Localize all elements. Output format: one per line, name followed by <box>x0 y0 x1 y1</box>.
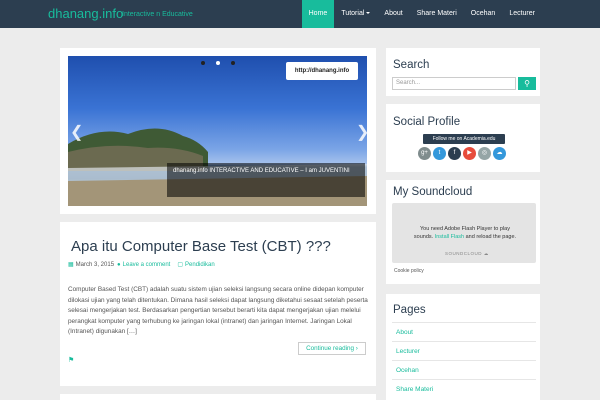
calendar-icon: ▦ <box>68 262 74 268</box>
post-category[interactable]: Pendidikan <box>185 262 215 268</box>
slide-dot-1[interactable] <box>201 61 205 65</box>
page-link-ocehan[interactable]: Ocehan <box>396 367 419 374</box>
google-plus-icon[interactable]: g+ <box>418 147 431 160</box>
page-link-lecturer[interactable]: Lecturer <box>396 348 420 355</box>
divider <box>392 341 536 342</box>
search-input[interactable]: Search... <box>392 77 516 90</box>
site-brand[interactable]: dhanang.info <box>48 6 123 21</box>
main-nav: Home Tutorial About Share Materi Ocehan … <box>301 0 542 28</box>
facebook-icon[interactable]: f <box>448 147 461 160</box>
academia-follow-button[interactable]: Follow me on Academia.edu <box>423 134 505 144</box>
cookie-policy-link[interactable]: Cookie policy <box>394 268 424 274</box>
nav-share-materi[interactable]: Share Materi <box>410 0 464 28</box>
nav-ocehan[interactable]: Ocehan <box>464 0 503 28</box>
social-title: Social Profile <box>393 116 461 128</box>
next-post-panel <box>60 394 376 400</box>
nav-home[interactable]: Home <box>301 0 335 28</box>
nav-lecturer[interactable]: Lecturer <box>502 0 542 28</box>
post-meta: ▦ March 3, 2015 ● Leave a comment ▢ Pend… <box>68 261 218 269</box>
page-link-about[interactable]: About <box>396 329 413 336</box>
tags-icon: ⚑ <box>68 357 75 364</box>
post-date[interactable]: March 3, 2015 <box>76 262 114 268</box>
continue-reading-button[interactable]: Continue reading › <box>298 342 366 355</box>
slide-url-label: http://dhanang.info <box>286 62 358 80</box>
chevron-left-icon[interactable]: ❮ <box>70 122 83 142</box>
divider <box>392 360 536 361</box>
search-button[interactable]: ⚲ <box>518 77 536 90</box>
install-flash-link[interactable]: Install Flash <box>435 234 464 240</box>
search-title: Search <box>393 59 430 71</box>
post-comments[interactable]: Leave a comment <box>123 262 171 268</box>
twitter-icon[interactable]: t <box>433 147 446 160</box>
folder-icon: ▢ <box>177 262 184 268</box>
slide-caption: dhanang.info INTERACTIVE AND EDUCATIVE –… <box>167 163 365 197</box>
youtube-icon[interactable]: ▶ <box>463 147 476 160</box>
divider <box>392 322 536 323</box>
caret-down-icon <box>366 12 371 15</box>
divider <box>392 379 536 380</box>
slide-dot-2[interactable] <box>216 61 220 65</box>
instagram-icon[interactable]: ◎ <box>478 147 491 160</box>
chevron-right-icon[interactable]: ❯ <box>356 122 369 142</box>
pages-title: Pages <box>393 304 426 316</box>
soundcloud-logo: SOUNDCLOUD ☁ <box>445 251 489 256</box>
search-icon: ⚲ <box>524 79 530 88</box>
site-tagline: Interactive n Educative <box>122 11 193 18</box>
nav-about[interactable]: About <box>377 0 409 28</box>
navbar: dhanang.info Interactive n Educative Hom… <box>0 0 600 28</box>
social-icons: g+ t f ▶ ◎ ☁ <box>418 147 508 160</box>
soundcloud-title: My Soundcloud <box>393 186 473 198</box>
flash-message: You need Adobe Flash Player to play soun… <box>413 226 517 240</box>
post-excerpt: Computer Based Test (CBT) adalah suatu s… <box>68 286 368 335</box>
soundcloud-icon[interactable]: ☁ <box>493 147 506 160</box>
post-title[interactable]: Apa itu Computer Base Test (CBT) ??? <box>71 238 331 255</box>
comment-icon: ● <box>117 261 121 268</box>
slide-dot-3[interactable] <box>231 61 235 65</box>
nav-tutorial[interactable]: Tutorial <box>334 0 377 28</box>
page-link-share-materi[interactable]: Share Materi <box>396 386 433 393</box>
